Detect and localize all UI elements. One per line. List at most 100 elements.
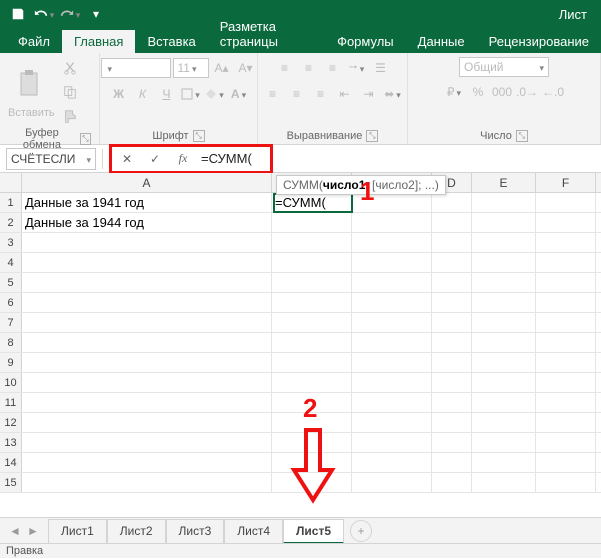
cell-A14[interactable] [22, 453, 272, 472]
cell-C5[interactable] [352, 273, 432, 292]
cell-A13[interactable] [22, 433, 272, 452]
row-header[interactable]: 4 [0, 253, 22, 272]
row-header[interactable]: 11 [0, 393, 22, 412]
cell-D1[interactable] [432, 193, 472, 212]
row-header[interactable]: 10 [0, 373, 22, 392]
align-middle-button[interactable]: ≡ [298, 57, 320, 79]
cell-C6[interactable] [352, 293, 432, 312]
borders-button[interactable] [180, 83, 202, 105]
cell-D6[interactable] [432, 293, 472, 312]
font-size-combo[interactable]: 11 [173, 58, 209, 78]
cut-button[interactable] [59, 57, 81, 79]
cell-E5[interactable] [472, 273, 536, 292]
row-header[interactable]: 2 [0, 213, 22, 232]
tab-file[interactable]: Файл [6, 30, 62, 53]
cell-C14[interactable] [352, 453, 432, 472]
cell-F12[interactable] [536, 413, 596, 432]
cell-B7[interactable] [272, 313, 352, 332]
sheet-tab-Лист3[interactable]: Лист3 [166, 519, 225, 544]
cell-E8[interactable] [472, 333, 536, 352]
alignment-launcher[interactable]: ⤡ [366, 130, 378, 142]
cell-F15[interactable] [536, 473, 596, 492]
cell-C13[interactable] [352, 433, 432, 452]
cell-E7[interactable] [472, 313, 536, 332]
cell-E1[interactable] [472, 193, 536, 212]
sheet-nav-prev[interactable]: ◄ [6, 520, 24, 542]
cell-B3[interactable] [272, 233, 352, 252]
undo-button[interactable] [32, 3, 56, 25]
formula-input[interactable] [197, 148, 269, 170]
cell-D11[interactable] [432, 393, 472, 412]
fill-color-button[interactable] [204, 83, 226, 105]
row-header[interactable]: 15 [0, 473, 22, 492]
cell-D13[interactable] [432, 433, 472, 452]
cell-F14[interactable] [536, 453, 596, 472]
row-header[interactable]: 13 [0, 433, 22, 452]
cell-C8[interactable] [352, 333, 432, 352]
cell-D12[interactable] [432, 413, 472, 432]
col-header-F[interactable]: F [536, 173, 596, 192]
underline-button[interactable]: Ч [156, 83, 178, 105]
decrease-font-button[interactable]: A▾ [235, 57, 257, 79]
cell-C7[interactable] [352, 313, 432, 332]
cell-F9[interactable] [536, 353, 596, 372]
save-button[interactable] [6, 3, 30, 25]
cell-E14[interactable] [472, 453, 536, 472]
clipboard-launcher[interactable]: ⤡ [80, 133, 91, 145]
cell-D14[interactable] [432, 453, 472, 472]
cell-A9[interactable] [22, 353, 272, 372]
cell-B1[interactable]: =СУММ( [272, 193, 352, 212]
cell-A10[interactable] [22, 373, 272, 392]
align-bottom-button[interactable]: ≡ [322, 57, 344, 79]
cell-D2[interactable] [432, 213, 472, 232]
qat-customize-icon[interactable]: ▾ [84, 3, 108, 25]
cell-B8[interactable] [272, 333, 352, 352]
copy-button[interactable] [59, 81, 81, 103]
italic-button[interactable]: К [132, 83, 154, 105]
tab-review[interactable]: Рецензирование [477, 30, 601, 53]
cell-C3[interactable] [352, 233, 432, 252]
cell-B9[interactable] [272, 353, 352, 372]
cell-D8[interactable] [432, 333, 472, 352]
cell-A8[interactable] [22, 333, 272, 352]
cell-A1[interactable]: Данные за 1941 год [22, 193, 272, 212]
cell-B10[interactable] [272, 373, 352, 392]
row-header[interactable]: 6 [0, 293, 22, 312]
row-header[interactable]: 14 [0, 453, 22, 472]
cell-B4[interactable] [272, 253, 352, 272]
format-painter-button[interactable] [59, 105, 81, 127]
cell-A12[interactable] [22, 413, 272, 432]
row-header[interactable]: 5 [0, 273, 22, 292]
row-header[interactable]: 9 [0, 353, 22, 372]
row-header[interactable]: 8 [0, 333, 22, 352]
cell-A6[interactable] [22, 293, 272, 312]
cell-F2[interactable] [536, 213, 596, 232]
cell-F1[interactable] [536, 193, 596, 212]
cell-E9[interactable] [472, 353, 536, 372]
font-color-button[interactable]: A [228, 83, 250, 105]
tab-data[interactable]: Данные [406, 30, 477, 53]
add-sheet-button[interactable]: + [350, 520, 372, 542]
cell-D3[interactable] [432, 233, 472, 252]
cell-F3[interactable] [536, 233, 596, 252]
cell-D9[interactable] [432, 353, 472, 372]
sheet-nav-next[interactable]: ► [24, 520, 42, 542]
decrease-indent-button[interactable]: ⇤ [334, 83, 356, 105]
cell-C11[interactable] [352, 393, 432, 412]
redo-button[interactable] [58, 3, 82, 25]
row-header[interactable]: 7 [0, 313, 22, 332]
cell-C15[interactable] [352, 473, 432, 492]
cell-C2[interactable] [352, 213, 432, 232]
number-launcher[interactable]: ⤡ [516, 130, 528, 142]
cell-D15[interactable] [432, 473, 472, 492]
font-launcher[interactable]: ⤡ [193, 130, 205, 142]
cell-C4[interactable] [352, 253, 432, 272]
cell-B2[interactable] [272, 213, 352, 232]
cell-E3[interactable] [472, 233, 536, 252]
select-all-corner[interactable] [0, 173, 22, 192]
cell-A4[interactable] [22, 253, 272, 272]
comma-button[interactable]: 000 [491, 81, 513, 103]
increase-indent-button[interactable]: ⇥ [358, 83, 380, 105]
tab-home[interactable]: Главная [62, 30, 135, 53]
align-center-button[interactable]: ≡ [286, 83, 308, 105]
